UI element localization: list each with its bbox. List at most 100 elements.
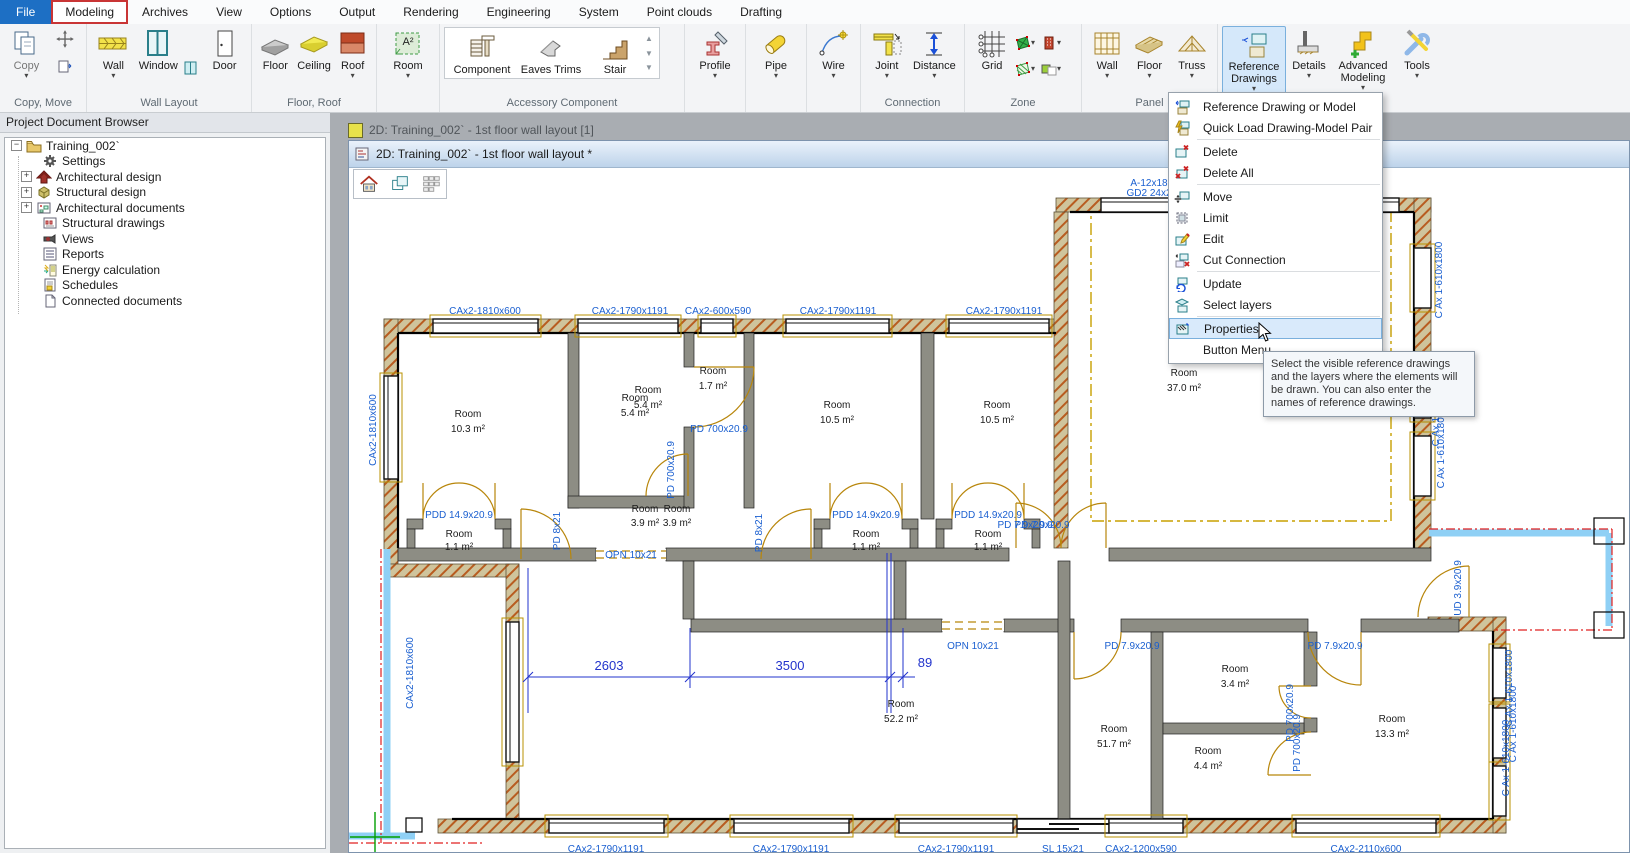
grid-view-button[interactable] (420, 173, 442, 195)
menu-item-update[interactable]: Update (1169, 273, 1382, 294)
window-button[interactable]: Window (136, 26, 181, 72)
floor-plan[interactable]: 2603 3500 89 (349, 168, 1629, 852)
window-icon (142, 28, 174, 60)
tools-button[interactable]: Tools▾ (1394, 26, 1440, 80)
room-button[interactable]: A² Room▾ (385, 26, 431, 80)
menu-item-delete-all[interactable]: Delete All (1169, 162, 1382, 183)
tree-item-architectural-design[interactable]: + Architectural design (5, 169, 325, 185)
accessory-scroll-arrows[interactable]: ▲▼▼ (643, 30, 655, 76)
tree-item-architectural-documents[interactable]: + Architectural documents (5, 200, 325, 216)
svg-text:10.5 m²: 10.5 m² (980, 415, 1015, 426)
tab-point-clouds[interactable]: Point clouds (633, 0, 726, 24)
selected-reference-left[interactable] (349, 549, 484, 843)
tab-system[interactable]: System (565, 0, 633, 24)
zone-hatch-button[interactable]: ▾ (1015, 56, 1041, 82)
drawing-window-titlebar[interactable]: 2D: Training_002` - 1st floor wall layou… (349, 141, 1629, 168)
door-button[interactable]: Door (202, 26, 247, 72)
tab-rendering[interactable]: Rendering (389, 0, 472, 24)
roof-button[interactable]: Roof▾ (333, 26, 372, 80)
svg-text:3.4 m²: 3.4 m² (1221, 679, 1250, 690)
menu-item-properties[interactable]: Properties (1169, 318, 1382, 339)
move-button[interactable] (49, 26, 82, 74)
pipe-button[interactable]: Pipe▾ (753, 26, 799, 80)
menu-item-limit[interactable]: Limit (1169, 207, 1382, 228)
zone-building-button[interactable]: ▾ (1041, 30, 1067, 56)
energy-icon (42, 263, 58, 277)
door-icon (209, 28, 241, 60)
move-icon (54, 28, 76, 50)
menu-item-delete[interactable]: Delete (1169, 141, 1382, 162)
tree-item-settings[interactable]: Settings (5, 154, 325, 170)
tree-item-schedules[interactable]: Schedules (5, 278, 325, 294)
tree-item-project[interactable]: − Training_002` (5, 138, 325, 154)
svg-text:CAx2-1790x1191: CAx2-1790x1191 (753, 844, 830, 852)
tab-file[interactable]: File (0, 0, 51, 24)
stair-button[interactable]: Stair (587, 30, 643, 76)
svg-text:Room: Room (984, 400, 1011, 411)
advanced-modeling-button[interactable]: Advanced Modeling▾ (1332, 26, 1394, 92)
menu-item-edit[interactable]: Edit (1169, 228, 1382, 249)
drawing-canvas[interactable]: 2603 3500 89 (349, 168, 1629, 852)
dropdown-arrow-icon: ▾ (1415, 72, 1419, 80)
doors[interactable] (423, 367, 1469, 775)
copy-button[interactable]: Copy ▾ (4, 26, 49, 80)
expand-icon[interactable]: + (21, 171, 32, 182)
window-extra-button[interactable] (181, 26, 202, 76)
floor-button[interactable]: Floor (256, 26, 295, 72)
wall-button[interactable]: Wall▾ (91, 26, 136, 80)
details-button[interactable]: Details▾ (1286, 26, 1332, 80)
svg-text:Room: Room (446, 529, 473, 540)
tab-engineering[interactable]: Engineering (473, 0, 565, 24)
eaves-trims-button[interactable]: Eaves Trims (515, 30, 587, 76)
reference-drawings-button[interactable]: Reference Drawings▾ (1222, 26, 1286, 94)
dropdown-arrow-icon: ▾ (406, 72, 410, 80)
zone-polygon-button[interactable]: ▾ (1015, 30, 1041, 56)
component-button[interactable]: Component (449, 30, 515, 76)
expand-icon[interactable]: + (21, 202, 32, 213)
menu-item-reference-drawing-or-model[interactable]: Reference Drawing or Model (1169, 96, 1382, 117)
tree-item-connected-documents[interactable]: Connected documents (5, 293, 325, 309)
wire-button[interactable]: Wire▾ (811, 26, 856, 80)
grid-button[interactable]: Grid (969, 26, 1015, 72)
svg-text:CAx2-1790x1191: CAx2-1790x1191 (918, 844, 995, 852)
distance-button[interactable]: Distance▾ (909, 26, 960, 80)
collapse-icon[interactable]: − (11, 140, 22, 151)
dimension-lines[interactable]: 2603 3500 89 (523, 553, 932, 713)
menu-item-quick-load-pair[interactable]: Quick Load Drawing-Model Pair (1169, 117, 1382, 138)
dropdown-arrow-icon: ▾ (885, 72, 889, 80)
tree-item-structural-design[interactable]: + Structural design (5, 185, 325, 201)
background-window-tab[interactable]: 2D: Training_002` - 1st floor wall layou… (348, 120, 594, 140)
svg-text:CAx2-1790x1191: CAx2-1790x1191 (966, 306, 1043, 317)
joint-button[interactable]: Joint▾ (865, 26, 909, 80)
tab-archives[interactable]: Archives (128, 0, 202, 24)
tab-output[interactable]: Output (325, 0, 389, 24)
tab-modeling[interactable]: Modeling (51, 0, 128, 24)
house-icon (36, 170, 52, 184)
home-view-button[interactable] (358, 173, 380, 195)
dropdown-arrow-icon: ▾ (1147, 72, 1151, 80)
tab-options[interactable]: Options (256, 0, 325, 24)
tree-item-reports[interactable]: Reports (5, 247, 325, 263)
select-layers-icon (1169, 297, 1195, 313)
tree-item-structural-drawings[interactable]: Structural drawings (5, 216, 325, 232)
tree-item-energy-calculation[interactable]: Energy calculation (5, 262, 325, 278)
panel-floor-button[interactable]: Floor▾ (1128, 26, 1170, 80)
menu-item-select-layers[interactable]: Select layers (1169, 294, 1382, 315)
ceiling-button[interactable]: Ceiling (295, 26, 334, 72)
zone-color-button[interactable]: ▾ (1041, 56, 1067, 82)
floor-icon (259, 28, 291, 60)
expand-icon[interactable]: + (21, 187, 32, 198)
paste-icon[interactable] (57, 58, 73, 74)
svg-text:PD 8x21: PD 8x21 (754, 513, 765, 552)
profile-button[interactable]: Profile▾ (692, 26, 738, 80)
tab-drafting[interactable]: Drafting (726, 0, 796, 24)
menu-item-cut-connection[interactable]: Cut Connection (1169, 249, 1382, 270)
drawing-window: 2D: Training_002` - 1st floor wall layou… (348, 140, 1630, 853)
tree-item-views[interactable]: Views (5, 231, 325, 247)
group-label-zone: Zone (965, 96, 1081, 112)
tab-view[interactable]: View (202, 0, 256, 24)
truss-button[interactable]: Truss▾ (1171, 26, 1213, 80)
cascade-windows-button[interactable] (389, 173, 411, 195)
panel-wall-button[interactable]: Wall▾ (1086, 26, 1128, 80)
menu-item-move[interactable]: Move (1169, 186, 1382, 207)
